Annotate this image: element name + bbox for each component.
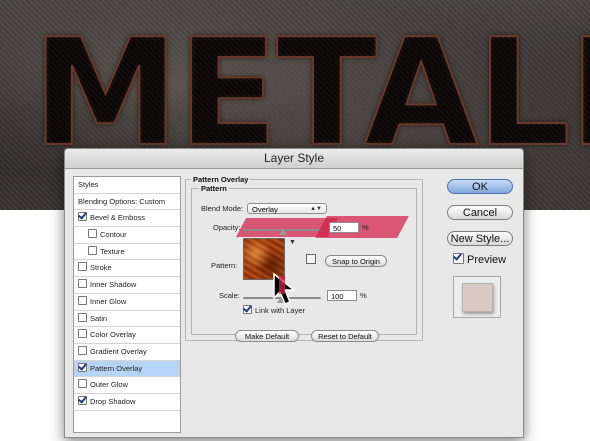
sidebar-item-label: Stroke [90,263,112,273]
sidebar-checkbox[interactable] [78,362,87,372]
reset-to-default-button[interactable]: Reset to Default [311,330,379,342]
metalix-text-effect: METALIX [31,17,590,169]
pattern-picker-arrow-icon[interactable]: ▼ [289,239,296,246]
sidebar-checkbox[interactable] [78,262,87,272]
sidebar-item-label: Texture [100,246,125,256]
scale-input[interactable]: 100 [327,290,357,301]
sidebar-item-gradient-overlay[interactable]: Gradient Overlay [74,344,180,361]
sidebar-item-bevel-emboss[interactable]: Bevel & Emboss [74,210,180,228]
new-preset-icon[interactable] [306,254,316,264]
sidebar-item-blending-options-custom[interactable]: Blending Options: Custom [74,194,180,211]
link-with-layer-checkbox[interactable]: Link with Layer [243,305,305,315]
sidebar-item-label: Color Overlay [90,330,136,340]
sidebar-item-pattern-overlay[interactable]: Pattern Overlay [74,360,180,378]
mouse-pointer-icon [273,272,297,305]
sidebar-item-stroke[interactable]: Stroke [74,260,180,278]
sidebar-checkbox[interactable] [78,279,87,289]
sidebar-item-color-overlay[interactable]: Color Overlay [74,327,180,344]
sidebar-checkbox[interactable] [78,295,87,305]
opacity-label: Opacity: [213,223,241,232]
pattern-label: Pattern: [211,261,238,270]
sidebar-item-label: Styles [78,180,99,189]
sidebar-item-label: Bevel & Emboss [90,213,146,223]
sidebar-checkbox[interactable] [78,329,87,339]
link-with-layer-label: Link with Layer [255,306,306,315]
sidebar-checkbox[interactable] [78,312,87,322]
styles-sidebar: Styles Blending Options: Custom Bevel & Em… [73,176,181,433]
preview-label: Preview [467,254,507,266]
link-checkbox-box[interactable] [243,305,252,314]
sidebar-item-label: Gradient Overlay [90,346,147,356]
sidebar-checkbox[interactable] [78,395,87,405]
select-arrows-icon: ▲▼ [310,206,322,212]
pattern-overlay-title: Pattern Overlay [191,175,251,184]
scale-label: Scale: [219,291,240,300]
blend-mode-select[interactable]: Overlay ▲▼ [247,203,327,214]
blend-mode-label: Blend Mode: [201,204,244,213]
sidebar-item-inner-glow[interactable]: Inner Glow [74,294,180,311]
sidebar-checkbox[interactable] [78,345,87,355]
pattern-overlay-panel: Pattern Overlay Pattern Blend Mode: Over… [185,175,423,433]
opacity-slider-thumb[interactable] [279,229,287,235]
sidebar-item-drop-shadow[interactable]: Drop Shadow [74,394,180,411]
sidebar-checkbox[interactable] [88,245,97,255]
opacity-unit: % [362,223,369,232]
pattern-subgroup-title: Pattern [199,184,229,193]
sidebar-item-label: Pattern Overlay [90,363,143,373]
sidebar-item-label: Outer Glow [90,380,128,390]
sidebar-item-label: Inner Shadow [90,280,137,290]
sidebar-checkbox[interactable] [78,379,87,389]
blend-mode-value: Overlay [252,205,278,214]
sidebar-item-outer-glow[interactable]: Outer Glow [74,377,180,394]
sidebar-item-inner-shadow[interactable]: Inner Shadow [74,277,180,294]
make-default-button[interactable]: Make Default [235,330,299,342]
ok-button[interactable]: OK [447,179,513,194]
sidebar-item-texture[interactable]: Texture [74,244,180,261]
sidebar-item-label: Drop Shadow [90,396,136,406]
sidebar-checkbox[interactable] [88,229,97,239]
sidebar-item-label: Blending Options: Custom [78,196,166,206]
sidebar-item-styles[interactable]: Styles [74,177,180,194]
preview-box [453,276,501,318]
dialog-titlebar: Layer Style [65,149,523,169]
new-style-button[interactable]: New Style... [447,231,513,246]
sidebar-checkbox[interactable] [78,212,87,222]
scale-unit: % [360,291,367,300]
sidebar-item-label: Satin [90,313,108,323]
opacity-input[interactable]: 50 [329,222,359,233]
preview-checkbox[interactable]: Preview [453,253,506,266]
cancel-button[interactable]: Cancel [447,205,513,220]
sidebar-item-satin[interactable]: Satin [74,311,180,328]
preview-swatch [462,283,493,312]
snap-to-origin-button[interactable]: Snap to Origin [325,255,387,267]
sidebar-item-label: Contour [100,230,127,240]
sidebar-item-label: Inner Glow [90,296,127,306]
sidebar-item-contour[interactable]: Contour [74,227,180,244]
preview-checkbox-box[interactable] [453,253,464,264]
